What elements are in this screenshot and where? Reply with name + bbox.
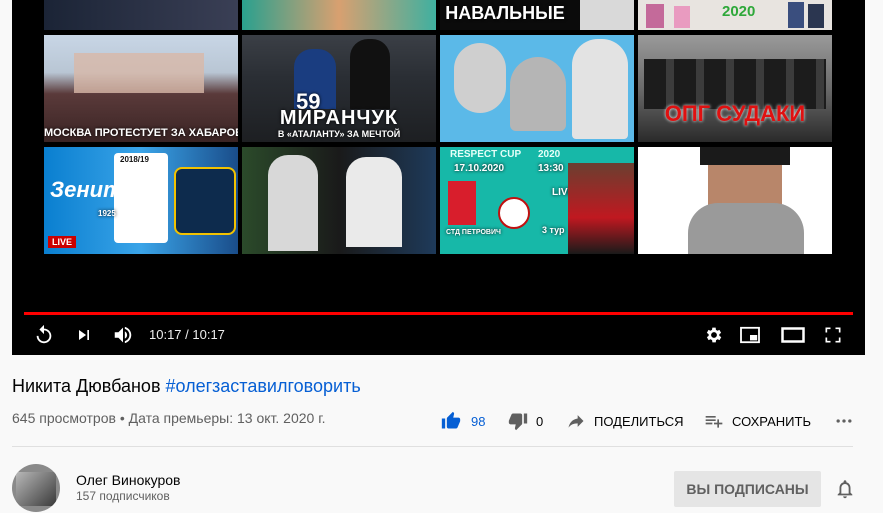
share-label: ПОДЕЛИТЬСЯ	[594, 413, 684, 429]
cup-title: RESPECT CUP	[450, 149, 522, 160]
section-divider	[12, 446, 853, 447]
thumbnail-top-1[interactable]	[44, 0, 238, 30]
bell-icon	[837, 480, 853, 499]
thumbnail-top-4[interactable]: 2020	[638, 0, 832, 30]
face-officer	[572, 39, 628, 139]
round-label: 3 тур	[542, 225, 565, 235]
like-count: 98	[471, 413, 486, 429]
theater-icon	[781, 327, 805, 343]
volume-button[interactable]	[110, 318, 136, 352]
perfume-bottle	[808, 4, 824, 28]
player-person	[350, 39, 390, 109]
thumbnail-caption: МОСКВА ПРОТЕСТУЕТ ЗА ХАБАРОВСК	[44, 127, 238, 139]
video-player[interactable]: НАВАЛЬНЫЕ 2020 МОСКВА ПРОТЕСТУЕТ ЗА ХАБА…	[12, 0, 865, 355]
theater-mode-button[interactable]	[780, 318, 806, 352]
perfume-bottle	[788, 2, 804, 28]
thumbnail-tennis[interactable]	[242, 147, 436, 254]
thumbnail-miranchuk[interactable]: 59 МИРАНЧУК В «АТАЛАНТУ» ЗА МЕЧТОЙ	[242, 35, 436, 142]
video-title-text: Никита Дювбанов	[12, 376, 166, 396]
volume-icon	[114, 326, 132, 344]
hashtag-link[interactable]: #олегзаставилговорить	[166, 376, 361, 396]
priest-beard	[688, 203, 804, 254]
dislike-button[interactable]: 0	[508, 409, 543, 433]
channel-name[interactable]: Олег Винокуров	[76, 472, 181, 488]
league-logo	[114, 153, 168, 243]
priest-hat	[700, 147, 790, 165]
save-button[interactable]: СОХРАНИТЬ	[704, 409, 811, 433]
replay-button[interactable]	[32, 318, 56, 352]
miniplayer-icon	[740, 326, 760, 344]
team-logo	[498, 197, 530, 229]
next-icon	[79, 330, 89, 340]
fullscreen-button[interactable]	[822, 318, 844, 352]
video-title: Никита Дювбанов #олегзаставилговорить	[12, 376, 361, 397]
thumbnail-priest[interactable]	[638, 147, 832, 254]
tennis-player	[346, 157, 402, 247]
dislike-count: 0	[536, 413, 544, 429]
match-time: 13:30	[538, 163, 564, 174]
avatar-image	[16, 472, 56, 506]
thumbnail-top-3[interactable]: НАВАЛЬНЫЕ	[440, 0, 634, 30]
more-horiz-icon	[836, 419, 852, 423]
progress-bar[interactable]	[24, 312, 853, 315]
thumbnail-subcaption: В «АТАЛАНТУ» ЗА МЕЧТОЙ	[277, 129, 401, 139]
match-date: 17.10.2020	[454, 163, 505, 174]
thumbnail-soviet-film[interactable]	[440, 35, 634, 142]
subscribed-button[interactable]: ВЫ ПОДПИСАНЫ	[674, 471, 821, 507]
like-button[interactable]: 98	[441, 409, 485, 433]
share-icon	[568, 415, 584, 428]
perfume-bottle	[674, 6, 690, 28]
save-label: СОХРАНИТЬ	[732, 413, 811, 429]
tennis-player	[268, 155, 318, 251]
face-woman	[510, 57, 566, 131]
more-actions-button[interactable]	[834, 409, 854, 433]
player-controls: 10:17 / 10:17	[12, 318, 865, 352]
thumbnail-caption: НАВАЛЬНЫЕ	[445, 3, 565, 23]
stadium-label: СТД ПЕТРОВИЧ	[446, 229, 501, 236]
face-man	[454, 43, 506, 113]
founded-year: 1925	[98, 209, 116, 218]
video-info: 645 просмотров • Дата премьеры: 13 окт. …	[12, 410, 326, 426]
settings-button[interactable]	[702, 318, 726, 352]
thumbnail-caption: 2020	[722, 3, 756, 20]
fullscreen-icon	[825, 327, 841, 343]
playlist-add-icon	[705, 416, 723, 428]
person-photo	[568, 163, 634, 254]
share-button[interactable]: ПОДЕЛИТЬСЯ	[566, 409, 683, 433]
thumb-down-icon	[508, 413, 528, 431]
thumbnail-zenit-sochi[interactable]: Зенит 2018/19 1925 LIVE	[44, 147, 238, 254]
thumb-up-icon	[441, 411, 461, 429]
season-label: 2018/19	[120, 155, 149, 164]
notification-bell-button[interactable]	[834, 478, 856, 505]
thumbnail-caption: МИРАНЧУК	[279, 107, 399, 129]
thumbnail-caption: ОПГ СУДАКИ	[664, 101, 806, 126]
team-logo	[448, 181, 476, 225]
subscriber-count: 157 подписчиков	[76, 489, 170, 503]
gear-icon	[706, 327, 722, 343]
thumbnail-moscow-protest[interactable]: МОСКВА ПРОТЕСТУЕТ ЗА ХАБАРОВСК	[44, 35, 238, 142]
cup-year: 2020	[538, 149, 561, 160]
replay-icon	[36, 324, 52, 344]
sochi-logo	[174, 167, 236, 235]
thumbnail-top-2[interactable]	[242, 0, 436, 30]
live-badge: LIVE	[48, 236, 77, 248]
thumbnail-respect-cup[interactable]: RESPECT CUP 2020 17.10.2020 13:30 LIVE С…	[440, 147, 634, 254]
next-button[interactable]	[72, 318, 96, 352]
thumbnail-figure	[580, 0, 634, 30]
channel-avatar[interactable]	[12, 464, 60, 512]
time-display: 10:17 / 10:17	[149, 327, 225, 342]
miniplayer-button[interactable]	[738, 318, 762, 352]
perfume-bottle	[646, 4, 664, 28]
building	[74, 53, 204, 93]
thumbnail-opg-sudaki[interactable]: ОПГ СУДАКИ	[638, 35, 832, 142]
